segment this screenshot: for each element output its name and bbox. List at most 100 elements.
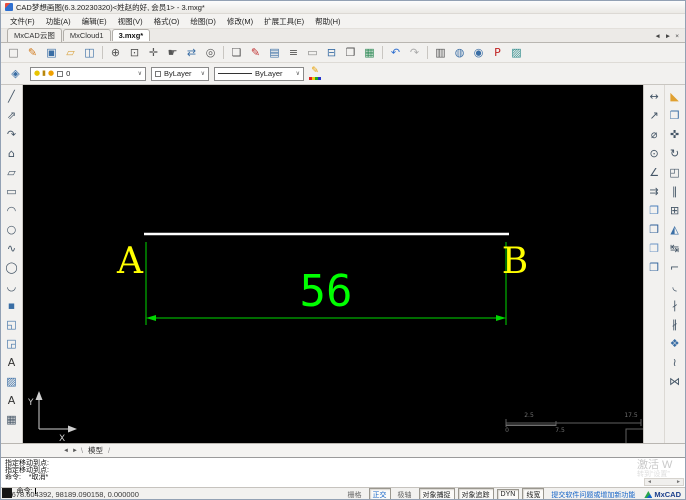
tab-scroll-left-icon[interactable]: ◄ — [654, 33, 660, 40]
zoom-dynamic-icon[interactable]: ⇄ — [182, 44, 201, 61]
pdf-export-icon[interactable]: P — [488, 44, 507, 61]
draworder-above-icon[interactable]: ❐ — [645, 239, 663, 258]
menu-draw[interactable]: 绘图(D) — [190, 16, 215, 27]
layout-scroll-left-icon[interactable]: ◄ — [63, 448, 69, 454]
dim-continue-icon[interactable]: ⇉ — [645, 182, 663, 201]
copy-object-icon[interactable]: ❐ — [666, 106, 684, 125]
fillet-icon[interactable]: ◟ — [666, 277, 684, 296]
web-publish-icon[interactable]: ◉ — [469, 44, 488, 61]
linetype-select[interactable]: ByLayer ∨ — [214, 66, 304, 81]
tab-mxcloud1[interactable]: MxCloud1 — [62, 29, 111, 41]
point-label-b[interactable]: B — [502, 241, 528, 282]
menu-help[interactable]: 帮助(H) — [315, 16, 340, 27]
toggle-ortho[interactable]: 正交 — [368, 487, 391, 499]
zoom-window-icon[interactable]: ⊡ — [125, 44, 144, 61]
draworder-back-icon[interactable]: ❐ — [645, 220, 663, 239]
arc-icon[interactable]: ◠ — [2, 201, 21, 220]
save-icon[interactable]: ▣ — [42, 44, 61, 61]
line-tool-icon[interactable]: ╱ — [2, 87, 21, 106]
toggle-otrack[interactable]: 对象追踪 — [457, 487, 494, 499]
drawing-canvas[interactable]: 56 A B 2.5 17.5 0 7.5 Y X — [22, 85, 644, 443]
menu-format[interactable]: 格式(O) — [154, 16, 180, 27]
tab-model[interactable]: 模型 — [86, 445, 105, 456]
pan-icon[interactable]: ☛ — [163, 44, 182, 61]
mtext-icon[interactable]: A — [2, 391, 21, 410]
quick-save-icon[interactable]: ▦ — [360, 44, 379, 61]
find-icon[interactable]: ❏ — [227, 44, 246, 61]
stretch-icon[interactable]: ↹ — [666, 239, 684, 258]
tab-scroll-right-icon[interactable]: ► — [665, 33, 671, 40]
new-file-icon[interactable]: □ — [4, 44, 23, 61]
polyline-icon[interactable]: ↷ — [2, 125, 21, 144]
zoom-circle-icon[interactable]: ◎ — [201, 44, 220, 61]
properties-palette-icon[interactable]: ▤ — [265, 44, 284, 61]
join-icon[interactable]: ⋈ — [666, 372, 684, 391]
dim-angular-icon[interactable]: ∠ — [645, 163, 663, 182]
draw-pen-icon[interactable]: ✎ — [246, 44, 265, 61]
toggle-dyn[interactable]: DYN — [496, 489, 520, 499]
dim-linear-icon[interactable]: ↔ — [645, 87, 663, 106]
ellipse-icon[interactable]: ◯ — [2, 258, 21, 277]
chamfer-icon[interactable]: ⌐ — [666, 258, 684, 277]
pencil-color-tool[interactable]: ✎ — [309, 67, 321, 80]
array-icon[interactable]: ⊞ — [666, 201, 684, 220]
linetype-manager-icon[interactable]: ≡ — [284, 44, 303, 61]
dimension-entity[interactable]: 56 — [145, 242, 507, 325]
menu-view[interactable]: 视图(V) — [118, 16, 143, 27]
rectangle-icon[interactable]: ▭ — [2, 182, 21, 201]
polyline-edit-icon[interactable]: ≀ — [666, 353, 684, 372]
rotate-icon[interactable]: ↻ — [666, 144, 684, 163]
point-icon[interactable]: ▪ — [2, 296, 21, 315]
spline-icon[interactable]: ∿ — [2, 239, 21, 258]
draworder-front-icon[interactable]: ❐ — [645, 201, 663, 220]
redo-icon[interactable]: ↷ — [405, 44, 424, 61]
closed-polyline-icon[interactable]: ▱ — [2, 163, 21, 182]
toggle-grid[interactable]: 栅格 — [344, 488, 366, 500]
menu-file[interactable]: 文件(F) — [10, 16, 35, 27]
image-export-icon[interactable]: ▨ — [507, 44, 526, 61]
dim-radius-icon[interactable]: ⊙ — [645, 144, 663, 163]
command-scrollbar[interactable]: ◄ ► — [644, 478, 684, 486]
scale-icon[interactable]: ◰ — [666, 163, 684, 182]
command-window[interactable]: 指定移动到点: 指定移动到点: 命令: *取消* 命令: 激活 W 转到“设置” ◄… — [1, 457, 685, 495]
dim-aligned-icon[interactable]: ↗ — [645, 106, 663, 125]
break-icon[interactable]: ∦ — [666, 315, 684, 334]
circle-icon[interactable]: ○ — [2, 220, 21, 239]
toggle-osnap[interactable]: 对象捕捉 — [418, 487, 455, 499]
menu-ext-tools[interactable]: 扩展工具(E) — [264, 16, 304, 27]
ellipse-arc-icon[interactable]: ◡ — [2, 277, 21, 296]
web-preview-icon[interactable]: ◍ — [450, 44, 469, 61]
import-file-icon[interactable]: ◫ — [80, 44, 99, 61]
print-icon[interactable]: ▥ — [431, 44, 450, 61]
scroll-left-icon[interactable]: ◄ — [647, 479, 652, 486]
menu-edit[interactable]: 编辑(E) — [82, 16, 107, 27]
layer-select[interactable]: ● ▮ ● 0 ∨ — [30, 66, 146, 81]
move-icon[interactable]: ✜ — [666, 125, 684, 144]
explode-icon[interactable]: ❖ — [666, 334, 684, 353]
draworder-below-icon[interactable]: ❐ — [645, 258, 663, 277]
ruler-sketch-entity[interactable]: 2.5 17.5 0 7.5 — [505, 412, 644, 443]
block-manager-icon[interactable]: ▭ — [303, 44, 322, 61]
polygon-icon[interactable]: ⌂ — [2, 144, 21, 163]
command-prompt[interactable]: 命令: — [5, 481, 685, 495]
break-at-point-icon[interactable]: ∤ — [666, 296, 684, 315]
hatch-icon[interactable]: ▦ — [2, 410, 21, 429]
tab-close-icon[interactable]: × — [675, 33, 679, 40]
zoom-in-icon[interactable]: ⊕ — [106, 44, 125, 61]
point-label-a[interactable]: A — [116, 241, 144, 282]
offset-icon[interactable]: ∥ — [666, 182, 684, 201]
open-edit-icon[interactable]: ✎ — [23, 44, 42, 61]
image-insert-icon[interactable]: ▨ — [2, 372, 21, 391]
erase-icon[interactable]: ◣ — [666, 87, 684, 106]
color-select[interactable]: ByLayer ∨ — [151, 66, 209, 81]
scroll-right-icon[interactable]: ► — [676, 479, 681, 486]
zoom-extents-icon[interactable]: ✛ — [144, 44, 163, 61]
text-icon[interactable]: A — [2, 353, 21, 372]
toggle-polar[interactable]: 极轴 — [394, 488, 416, 500]
layout-scroll-right-icon[interactable]: ► — [72, 448, 78, 454]
dim-diameter-icon[interactable]: ⌀ — [645, 125, 663, 144]
layers-icon[interactable]: ◈ — [6, 65, 25, 82]
menu-modify[interactable]: 修改(M) — [227, 16, 253, 27]
tab-3mxg[interactable]: 3.mxg* — [111, 29, 151, 41]
construction-line-icon[interactable]: ⇗ — [2, 106, 21, 125]
